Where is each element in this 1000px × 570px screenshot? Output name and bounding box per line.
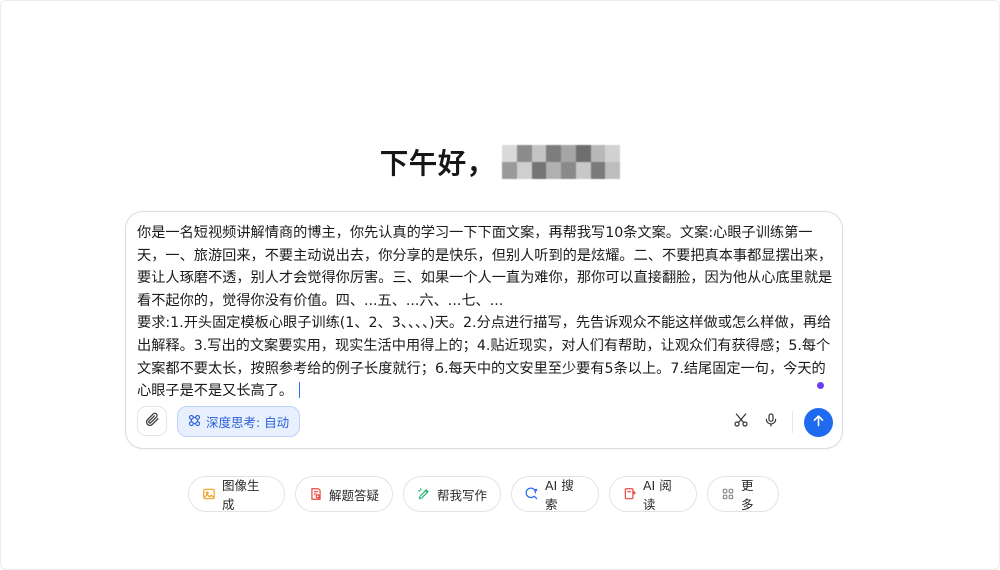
chip-ai-search[interactable]: AI 搜索	[511, 476, 599, 512]
scissors-icon	[733, 412, 749, 432]
voice-input-button[interactable]	[762, 413, 780, 431]
chip-problem-solving[interactable]: 解题答疑	[295, 476, 393, 512]
arrow-up-icon	[811, 413, 826, 432]
chip-label: 图像生成	[222, 478, 260, 512]
screenshot-button[interactable]	[732, 413, 750, 431]
status-dot	[817, 382, 824, 389]
search-icon	[525, 487, 539, 501]
qa-icon	[309, 487, 323, 501]
grid-icon	[721, 487, 735, 501]
image-icon	[202, 487, 216, 501]
redacted-username	[502, 145, 620, 179]
greeting-text: 下午好，	[379, 147, 496, 180]
pen-icon	[417, 487, 431, 501]
paperclip-icon	[144, 411, 160, 431]
deep-think-icon	[187, 413, 202, 431]
chat-input-card[interactable]: 你是一名短视频讲解情商的博主，你先认真的学习一下下面文案，再帮我写10条文案。文…	[125, 211, 843, 449]
send-button[interactable]	[804, 408, 833, 437]
chip-label: 解题答疑	[329, 487, 380, 503]
chip-more[interactable]: 更多	[707, 476, 779, 512]
prompt-textarea[interactable]: 你是一名短视频讲解情商的博主，你先认真的学习一下下面文案，再帮我写10条文案。文…	[137, 222, 835, 403]
text-caret	[299, 382, 301, 399]
chip-writing-assist[interactable]: 帮我写作	[403, 476, 501, 512]
chip-label: 帮我写作	[437, 487, 488, 503]
chip-label: 更多	[741, 478, 754, 512]
prompt-content: 你是一名短视频讲解情商的博主，你先认真的学习一下下面文案，再帮我写10条文案。文…	[137, 225, 833, 400]
microphone-icon	[763, 412, 779, 432]
attach-button[interactable]	[137, 406, 167, 436]
deep-think-label: 深度思考: 自动	[206, 415, 290, 430]
quick-actions: 图像生成 解题答疑 帮我写作 AI 搜索 AI 阅读 更多	[188, 476, 779, 512]
toolbar-divider	[792, 411, 793, 433]
deep-think-button[interactable]: 深度思考: 自动	[177, 406, 301, 437]
chip-label: AI 阅读	[643, 478, 672, 512]
chip-image-generation[interactable]: 图像生成	[188, 476, 285, 512]
chip-ai-reading[interactable]: AI 阅读	[609, 476, 697, 512]
chip-label: AI 搜索	[545, 478, 574, 512]
reading-icon	[623, 487, 637, 501]
greeting: 下午好，	[0, 142, 1000, 182]
